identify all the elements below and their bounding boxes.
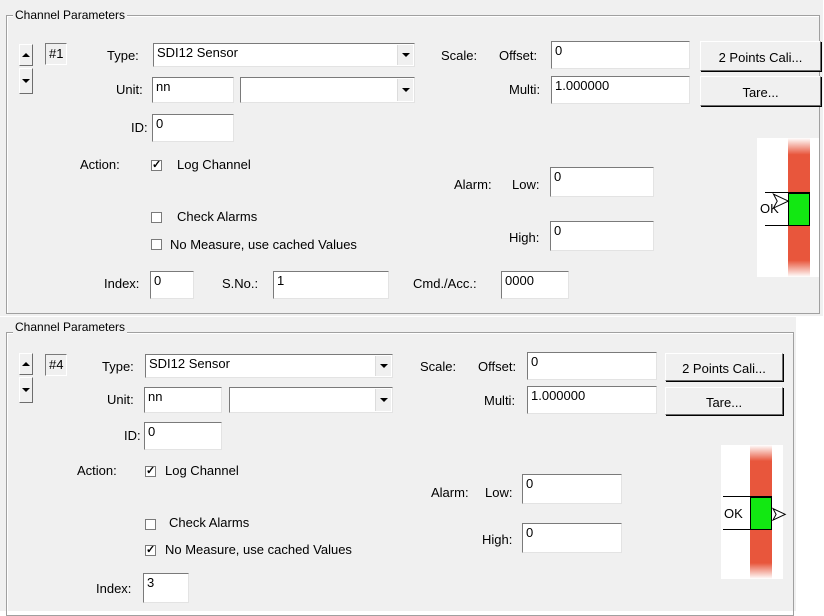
channel-number: #1 bbox=[45, 43, 68, 65]
scale-label: Scale: bbox=[441, 48, 478, 63]
alarm-low-field[interactable]: 0 bbox=[550, 167, 654, 197]
unit-field[interactable]: nn bbox=[144, 387, 222, 413]
multi-field[interactable]: 1.000000 bbox=[527, 386, 657, 414]
id-field[interactable]: 0 bbox=[144, 422, 222, 450]
alarm-low-field[interactable]: 0 bbox=[522, 474, 622, 504]
low-label: Low: bbox=[512, 177, 540, 192]
multi-field[interactable]: 1.000000 bbox=[551, 76, 690, 104]
dropdown-arrow-icon[interactable] bbox=[397, 45, 413, 65]
offset-label: Offset: bbox=[478, 359, 517, 374]
two-points-calibration-button[interactable]: 2 Points Cali... bbox=[665, 353, 783, 381]
type-select[interactable]: SDI12 Sensor bbox=[145, 354, 393, 378]
action-label: Action: bbox=[77, 463, 117, 478]
unit-select[interactable] bbox=[229, 387, 393, 413]
spin-down-icon bbox=[22, 79, 30, 83]
id-field[interactable]: 0 bbox=[152, 114, 234, 142]
channel-number: #4 bbox=[45, 354, 68, 376]
alarm-high-field[interactable]: 0 bbox=[550, 221, 654, 251]
action-label: Action: bbox=[80, 157, 120, 172]
id-label: ID: bbox=[131, 120, 148, 135]
offset-field[interactable]: 0 bbox=[551, 41, 690, 69]
unit-label: Unit: bbox=[116, 82, 143, 97]
index-label: Index: bbox=[104, 276, 140, 291]
no-measure-label: No Measure, use cached Values bbox=[170, 237, 357, 252]
mouse-cursor-icon: ➤ bbox=[770, 188, 790, 213]
sno-label: S.No.: bbox=[222, 276, 259, 291]
channel-down-button[interactable] bbox=[19, 377, 33, 403]
log-channel-checkbox[interactable]: ✓ bbox=[145, 466, 156, 477]
log-channel-label: Log Channel bbox=[165, 463, 239, 478]
alarm-gauge: OK ➤ bbox=[757, 138, 819, 277]
check-alarms-label: Check Alarms bbox=[169, 515, 250, 530]
dropdown-arrow-icon[interactable] bbox=[397, 79, 413, 101]
type-select[interactable]: SDI12 Sensor bbox=[153, 43, 415, 67]
mouse-cursor-icon: ➤ bbox=[770, 504, 787, 525]
unit-label: Unit: bbox=[107, 392, 134, 407]
gauge-ok-indicator bbox=[788, 193, 810, 226]
alarm-high-field[interactable]: 0 bbox=[522, 523, 622, 553]
tare-button[interactable]: Tare... bbox=[700, 76, 821, 106]
cmd-field[interactable]: 0000 bbox=[501, 271, 569, 299]
low-label: Low: bbox=[485, 485, 513, 500]
offset-label: Offset: bbox=[499, 48, 538, 63]
spin-up-icon bbox=[22, 362, 30, 366]
index-field[interactable]: 0 bbox=[150, 271, 194, 299]
spin-up-icon bbox=[22, 53, 30, 57]
index-field[interactable]: 3 bbox=[143, 573, 189, 603]
type-value: SDI12 Sensor bbox=[149, 356, 230, 371]
alarm-label: Alarm: bbox=[431, 485, 469, 500]
index-label: Index: bbox=[96, 581, 132, 596]
gauge-ok-indicator bbox=[750, 497, 772, 530]
alarm-label: Alarm: bbox=[454, 177, 492, 192]
check-alarms-checkbox[interactable] bbox=[151, 212, 162, 223]
two-points-calibration-button[interactable]: 2 Points Cali... bbox=[700, 41, 821, 71]
dropdown-arrow-icon[interactable] bbox=[375, 389, 391, 411]
high-label: High: bbox=[482, 532, 513, 547]
offset-field[interactable]: 0 bbox=[527, 352, 657, 380]
sno-field[interactable]: 1 bbox=[273, 271, 389, 299]
spin-down-icon bbox=[22, 388, 30, 392]
no-measure-checkbox[interactable]: ✓ bbox=[145, 545, 156, 556]
gauge-ok-label: OK bbox=[724, 506, 743, 521]
unit-field[interactable]: nn bbox=[152, 77, 234, 103]
scale-label: Scale: bbox=[420, 359, 457, 374]
cmd-label: Cmd./Acc.: bbox=[413, 276, 477, 291]
multi-label: Multi: bbox=[484, 393, 516, 408]
channel-panel-2: Channel Parameters #4 Type: SDI12 Sensor… bbox=[0, 317, 796, 616]
tare-button[interactable]: Tare... bbox=[665, 387, 783, 415]
multi-label: Multi: bbox=[509, 82, 541, 97]
dropdown-arrow-icon[interactable] bbox=[375, 356, 391, 376]
log-channel-label: Log Channel bbox=[177, 157, 251, 172]
check-alarms-checkbox[interactable] bbox=[145, 519, 156, 530]
no-measure-label: No Measure, use cached Values bbox=[165, 542, 352, 557]
channel-up-button[interactable] bbox=[19, 353, 33, 375]
alarm-gauge: OK ➤ bbox=[721, 445, 787, 579]
high-label: High: bbox=[509, 230, 540, 245]
unit-select[interactable] bbox=[240, 77, 415, 103]
channel-up-button[interactable] bbox=[19, 44, 33, 66]
log-channel-checkbox[interactable]: ✓ bbox=[151, 160, 162, 171]
channel-down-button[interactable] bbox=[19, 68, 33, 94]
group-legend: Channel Parameters bbox=[13, 320, 128, 334]
group-legend: Channel Parameters bbox=[13, 8, 128, 22]
type-label: Type: bbox=[107, 48, 139, 63]
type-label: Type: bbox=[102, 359, 134, 374]
channel-panel-1: Channel Parameters #1 Type: SDI12 Sensor… bbox=[0, 0, 823, 316]
check-alarms-label: Check Alarms bbox=[177, 209, 258, 224]
no-measure-checkbox[interactable] bbox=[151, 239, 162, 250]
type-value: SDI12 Sensor bbox=[157, 45, 238, 60]
id-label: ID: bbox=[124, 428, 141, 443]
